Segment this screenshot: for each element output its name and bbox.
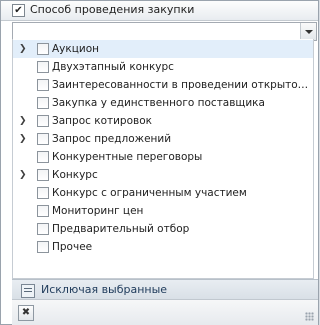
item-checkbox[interactable] xyxy=(37,151,49,163)
item-checkbox[interactable] xyxy=(37,115,49,127)
tree-item[interactable]: Закупка у единственного поставщика xyxy=(13,94,313,112)
filter-list-icon xyxy=(21,284,35,298)
tree-item[interactable]: Прочее xyxy=(13,238,313,256)
resize-grip-icon[interactable] xyxy=(305,312,314,321)
expand-arrow-icon[interactable]: ❯ xyxy=(19,116,27,126)
item-checkbox[interactable] xyxy=(37,169,49,181)
tree-item-label: Заинтересованности в проведении открытог… xyxy=(52,79,310,91)
tree-item-label: Аукцион xyxy=(52,43,99,55)
header-checkbox[interactable]: ✔ xyxy=(12,4,25,17)
item-checkbox[interactable] xyxy=(37,61,49,73)
tree-item[interactable]: Конкурс с ограниченным участием xyxy=(13,184,313,202)
item-checkbox[interactable] xyxy=(37,133,49,145)
tree-item-label: Предварительный отбор xyxy=(52,223,190,235)
exclude-selected-button[interactable]: Исключая выбранные xyxy=(12,279,318,300)
tree-item-label: Запрос предложений xyxy=(52,133,172,145)
popup-bottom-bar: ✖ xyxy=(12,299,318,325)
tree-item[interactable]: ❯ Конкурс xyxy=(13,166,313,184)
tree-item[interactable]: Предварительный отбор xyxy=(13,220,313,238)
item-checkbox[interactable] xyxy=(37,205,49,217)
expand-arrow-icon[interactable]: ❯ xyxy=(19,44,27,54)
tree-item-label: Конкурс xyxy=(52,169,98,181)
tree-item[interactable]: ❯ Аукцион xyxy=(13,40,313,58)
tree-item-label: Закупка у единственного поставщика xyxy=(52,97,265,109)
chevron-down-icon[interactable] xyxy=(300,23,316,40)
exclude-selected-label: Исключая выбранные xyxy=(41,283,168,296)
tree-item[interactable]: ❯ Запрос котировок xyxy=(13,112,313,130)
item-checkbox[interactable] xyxy=(37,43,49,55)
expand-arrow-icon[interactable]: ❯ xyxy=(19,170,27,180)
tree-item[interactable]: Двухэтапный конкурс xyxy=(13,58,313,76)
expand-arrow-icon[interactable]: ❯ xyxy=(19,134,27,144)
item-checkbox[interactable] xyxy=(37,187,49,199)
item-checkbox[interactable] xyxy=(37,97,49,109)
tree-item-label: Прочее xyxy=(52,241,93,253)
filter-header: ✔ Способ проведения закупки xyxy=(1,1,318,21)
tree-item-label: Мониторинг цен xyxy=(52,205,144,217)
tree-item-label: Двухэтапный конкурс xyxy=(52,61,174,73)
item-checkbox[interactable] xyxy=(37,79,49,91)
tree-item[interactable]: ❯ Запрос предложений xyxy=(13,130,313,148)
tree-item-label: Запрос котировок xyxy=(52,115,152,127)
item-checkbox[interactable] xyxy=(37,223,49,235)
item-checkbox[interactable] xyxy=(37,241,49,253)
tree-item-label: Конкурс с ограниченным участием xyxy=(52,187,247,199)
values-tree: ❯ Аукцион Двухэтапный конкурс Заинтересован… xyxy=(12,39,314,279)
filter-title: Способ проведения закупки xyxy=(30,3,195,16)
tree-item[interactable]: Конкурентные переговоры xyxy=(13,148,313,166)
tree-item[interactable]: Мониторинг цен xyxy=(13,202,313,220)
tree-item[interactable]: Заинтересованности в проведении открытог… xyxy=(13,76,313,94)
tree-item-label: Конкурентные переговоры xyxy=(52,151,203,163)
filter-popup: ✔ Способ проведения закупки ❯ Аукцион Двух… xyxy=(0,0,319,325)
close-icon[interactable]: ✖ xyxy=(18,305,34,321)
